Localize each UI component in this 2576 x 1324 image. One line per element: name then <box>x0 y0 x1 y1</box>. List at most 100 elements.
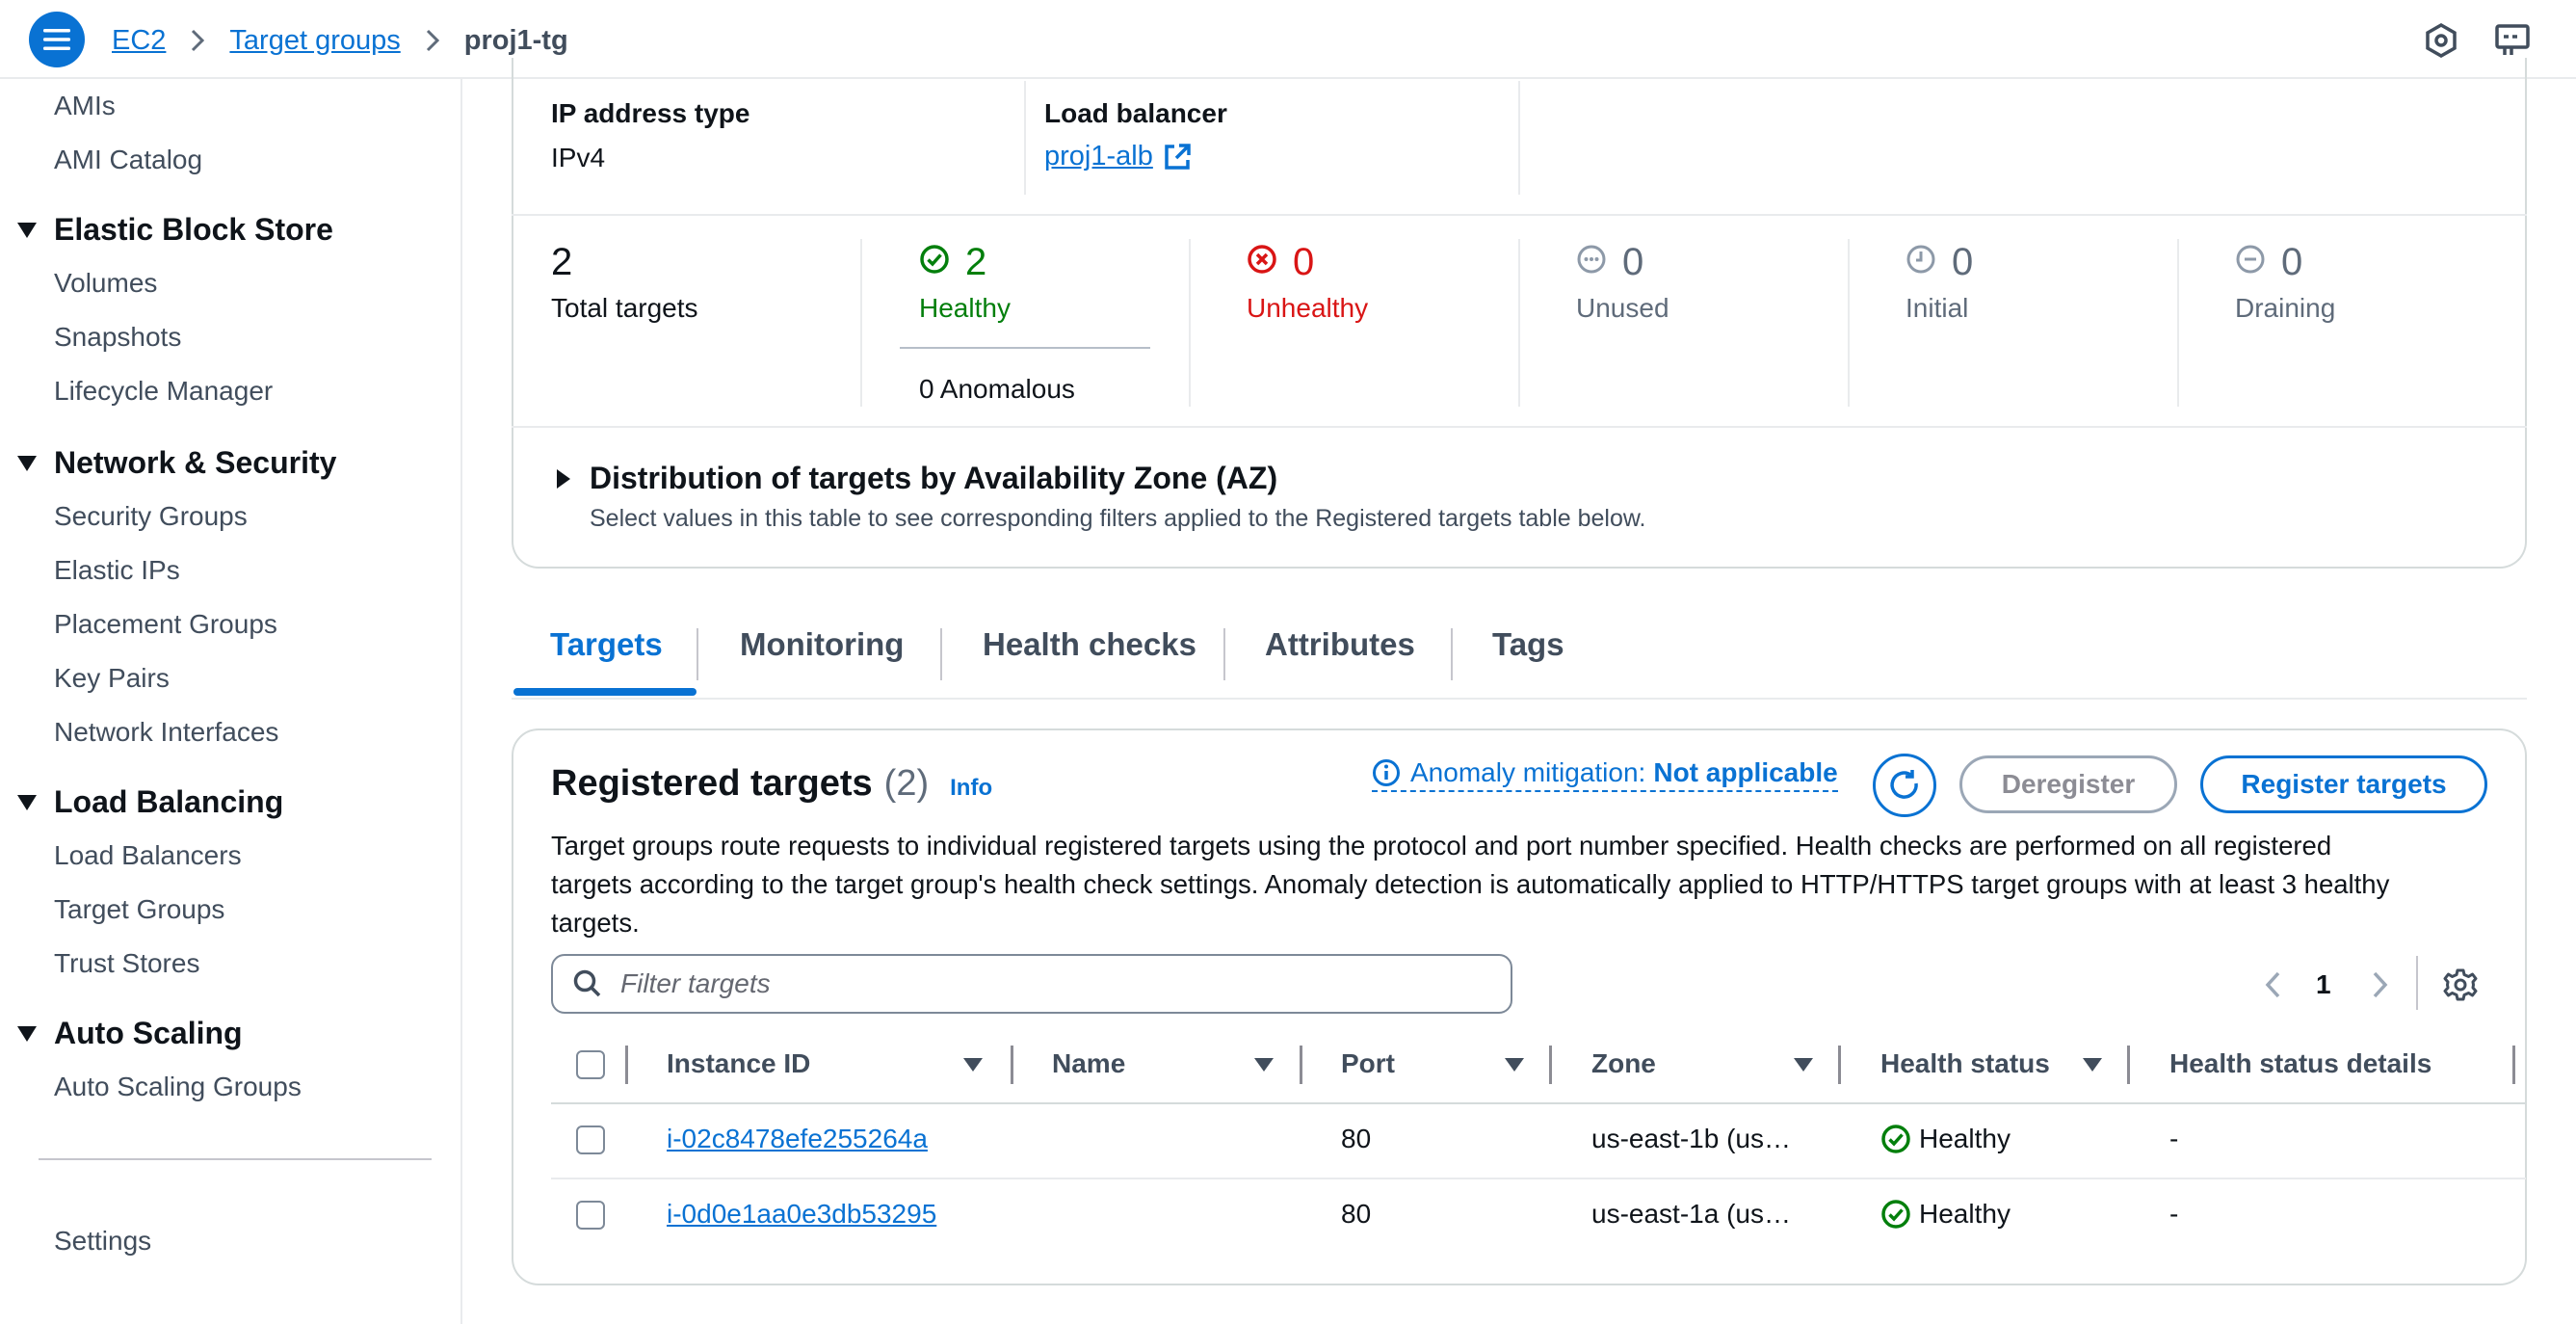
sidebar-section-elastic-block-store[interactable]: Elastic Block Store <box>17 212 333 248</box>
caret-down-icon <box>17 794 37 810</box>
column-header-health-status[interactable]: Health status <box>1880 1048 2050 1079</box>
sidebar-item-security-groups[interactable]: Security Groups <box>54 501 248 532</box>
divider <box>860 239 862 407</box>
tab-monitoring[interactable]: Monitoring <box>740 626 904 663</box>
sidebar-item-auto-scaling-groups[interactable]: Auto Scaling Groups <box>54 1072 302 1102</box>
tab-targets[interactable]: Targets <box>550 626 663 663</box>
sort-caret-icon[interactable] <box>1505 1058 1524 1072</box>
sidebar-item-trust-stores[interactable]: Trust Stores <box>54 948 199 979</box>
health-status-cell: Healthy <box>1880 1124 2011 1154</box>
breadcrumb-target-groups[interactable]: Target groups <box>229 25 400 57</box>
unused-count[interactable]: 0 <box>1622 241 1643 284</box>
sidebar-item-settings[interactable]: Settings <box>54 1226 151 1257</box>
distribution-expander[interactable]: Distribution of targets by Availability … <box>557 461 1277 496</box>
breadcrumb-ec2[interactable]: EC2 <box>112 25 166 57</box>
sidebar-item-lifecycle-manager[interactable]: Lifecycle Manager <box>54 376 273 407</box>
sidebar-item-ami-catalog[interactable]: AMI Catalog <box>54 145 202 175</box>
register-targets-button[interactable]: Register targets <box>2200 755 2487 813</box>
load-balancer-link[interactable]: proj1-alb <box>1044 141 1192 172</box>
sidebar-section-label: Elastic Block Store <box>54 212 333 247</box>
prev-page-icon[interactable] <box>2260 969 2287 1000</box>
sidebar-item-target-groups[interactable]: Target Groups <box>54 894 224 925</box>
column-header-port[interactable]: Port <box>1341 1048 1395 1079</box>
sidebar-section-label: Load Balancing <box>54 784 284 819</box>
info-link[interactable]: Info <box>950 775 992 802</box>
next-page-icon[interactable] <box>2366 969 2393 1000</box>
menu-button[interactable] <box>29 12 85 67</box>
refresh-icon <box>1890 770 1918 799</box>
sidebar-item-load-balancers[interactable]: Load Balancers <box>54 840 242 871</box>
sidebar-item-amis[interactable]: AMIs <box>54 91 116 121</box>
sidebar-item-placement-groups[interactable]: Placement Groups <box>54 609 277 640</box>
sort-caret-icon[interactable] <box>2083 1058 2102 1072</box>
row-checkbox[interactable] <box>576 1125 605 1154</box>
notifications-button[interactable] <box>2420 19 2462 62</box>
registered-targets-title: Registered targets <box>551 763 873 804</box>
sidebar-divider <box>39 1158 432 1160</box>
sort-caret-icon[interactable] <box>963 1058 983 1072</box>
column-header-name[interactable]: Name <box>1052 1048 1125 1079</box>
instance-id-link[interactable]: i-02c8478efe255264a <box>667 1124 928 1154</box>
instance-id-link[interactable]: i-0d0e1aa0e3db53295 <box>667 1199 936 1230</box>
refresh-button[interactable] <box>1873 754 1936 817</box>
divider <box>1024 81 1026 195</box>
port-cell: 80 <box>1341 1124 1372 1153</box>
sidebar-section-network-security[interactable]: Network & Security <box>17 445 336 481</box>
healthy-count[interactable]: 2 <box>965 241 986 284</box>
sidebar-item-key-pairs[interactable]: Key Pairs <box>54 663 170 694</box>
sort-caret-icon[interactable] <box>1794 1058 1813 1072</box>
anomaly-mitigation-popover[interactable]: Anomaly mitigation: Not applicable <box>1372 757 1838 792</box>
breadcrumb-current: proj1-tg <box>463 24 568 56</box>
column-divider[interactable] <box>1838 1046 1841 1084</box>
active-tab-indicator <box>513 688 697 696</box>
column-header-zone[interactable]: Zone <box>1591 1048 1656 1079</box>
sidebar-item-volumes[interactable]: Volumes <box>54 268 157 299</box>
unused-label: Unused <box>1576 293 1669 323</box>
sidebar-section-auto-scaling[interactable]: Auto Scaling <box>17 1016 243 1051</box>
health-details-cell: - <box>2169 1124 2179 1153</box>
initial-count[interactable]: 0 <box>1952 241 1973 284</box>
deregister-button[interactable]: Deregister <box>1959 755 2177 813</box>
select-all-checkbox[interactable] <box>576 1050 605 1079</box>
check-circle-icon <box>1881 1200 1910 1229</box>
unhealthy-count[interactable]: 0 <box>1293 241 1314 284</box>
registered-targets-header: Registered targets (2) Info <box>551 763 992 805</box>
ip-address-type-label: IP address type <box>551 98 750 128</box>
sidebar-item-network-interfaces[interactable]: Network Interfaces <box>54 717 278 748</box>
current-page[interactable]: 1 <box>2316 969 2331 1000</box>
column-divider[interactable] <box>1549 1046 1552 1084</box>
tab-divider <box>697 628 698 680</box>
healthy-label: Healthy <box>919 293 1011 323</box>
tab-health-checks[interactable]: Health checks <box>983 626 1196 663</box>
divider <box>512 214 2527 216</box>
gear-icon[interactable] <box>2443 967 2478 1002</box>
anomalous-count: 0 Anomalous <box>919 374 1075 404</box>
tab-tags[interactable]: Tags <box>1492 626 1564 663</box>
registered-targets-description: Target groups route requests to individu… <box>551 827 2389 942</box>
column-divider[interactable] <box>1011 1046 1013 1084</box>
column-divider[interactable] <box>2512 1046 2515 1084</box>
health-status-cell: Healthy <box>1880 1199 2011 1230</box>
initial-label: Initial <box>1906 293 1969 323</box>
sidebar-item-snapshots[interactable]: Snapshots <box>54 322 181 353</box>
sidebar-item-elastic-ips[interactable]: Elastic IPs <box>54 555 180 586</box>
filter-targets-input[interactable]: Filter targets <box>551 954 1512 1014</box>
zone-cell: us-east-1a (us… <box>1591 1199 1791 1229</box>
column-header-health-status-details[interactable]: Health status details <box>2169 1048 2431 1079</box>
draining-count[interactable]: 0 <box>2281 241 2302 284</box>
description-line: targets. <box>551 908 640 938</box>
column-divider[interactable] <box>1300 1046 1302 1084</box>
tab-attributes[interactable]: Attributes <box>1265 626 1415 663</box>
error-circle-icon <box>1248 245 1276 274</box>
feedback-button[interactable] <box>2491 19 2534 62</box>
sort-caret-icon[interactable] <box>1254 1058 1274 1072</box>
filter-placeholder: Filter targets <box>620 968 771 998</box>
sidebar-section-load-balancing[interactable]: Load Balancing <box>17 784 283 820</box>
distribution-description: Select values in this table to see corre… <box>590 505 1646 532</box>
tab-divider <box>1223 628 1225 680</box>
column-divider[interactable] <box>2127 1046 2130 1084</box>
row-checkbox[interactable] <box>576 1201 605 1230</box>
load-balancer-link-text: proj1-alb <box>1044 141 1153 172</box>
column-header-instance-id[interactable]: Instance ID <box>667 1048 810 1079</box>
draining-label: Draining <box>2235 293 2336 323</box>
